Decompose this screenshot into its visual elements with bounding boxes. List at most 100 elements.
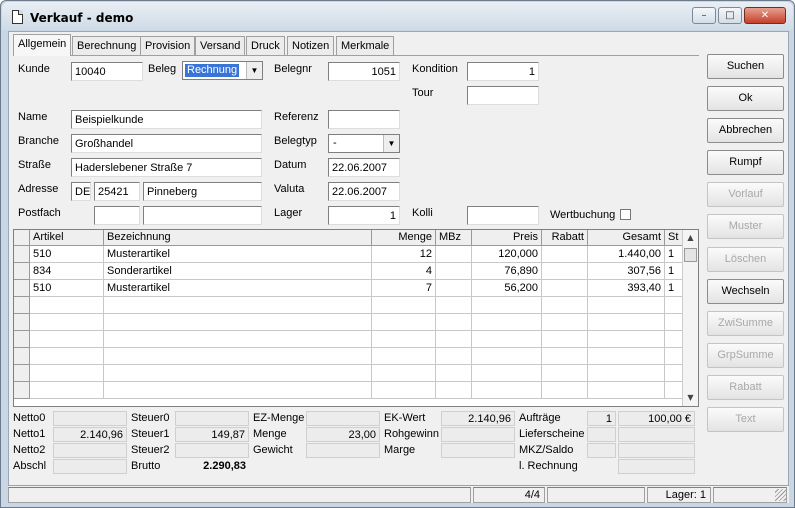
row-header[interactable] — [14, 382, 30, 399]
cell-preis[interactable] — [472, 382, 542, 399]
cell-st[interactable] — [665, 314, 683, 331]
cell-menge[interactable] — [372, 331, 436, 348]
rumpf-button[interactable]: Rumpf — [707, 150, 784, 175]
wechseln-button[interactable]: Wechseln — [707, 279, 784, 304]
zwisumme-button[interactable]: ZwiSumme — [707, 311, 784, 336]
cell-rabatt[interactable] — [542, 246, 588, 263]
row-header[interactable] — [14, 314, 30, 331]
cell-menge[interactable] — [372, 297, 436, 314]
maximize-button[interactable]: □ — [718, 7, 742, 24]
cell-st[interactable]: 1 — [665, 246, 683, 263]
cell-mbz[interactable] — [436, 263, 472, 280]
cell-artikel[interactable]: 510 — [30, 246, 104, 263]
kolli-field[interactable] — [467, 206, 539, 225]
loeschen-button[interactable]: Löschen — [707, 247, 784, 272]
cell-preis[interactable] — [472, 314, 542, 331]
beleg-select[interactable]: Rechnung ▼ — [182, 61, 263, 80]
cell-gesamt[interactable] — [588, 314, 665, 331]
kondition-field[interactable]: 1 — [467, 62, 539, 81]
col-artikel[interactable]: Artikel — [30, 230, 104, 246]
cell-gesamt[interactable] — [588, 348, 665, 365]
valuta-field[interactable]: 22.06.2007 — [328, 182, 400, 201]
cell-menge[interactable]: 12 — [372, 246, 436, 263]
cell-st[interactable]: 1 — [665, 263, 683, 280]
row-header[interactable] — [14, 365, 30, 382]
tab-provision[interactable]: Provision — [140, 36, 196, 55]
cell-mbz[interactable] — [436, 365, 472, 382]
cell-mbz[interactable] — [436, 314, 472, 331]
cell-menge[interactable] — [372, 382, 436, 399]
cell-preis[interactable]: 120,000 — [472, 246, 542, 263]
abbrechen-button[interactable]: Abbrechen — [707, 118, 784, 143]
ok-button[interactable]: Ok — [707, 86, 784, 111]
cell-artikel[interactable] — [30, 297, 104, 314]
cell-gesamt[interactable]: 1.440,00 — [588, 246, 665, 263]
postfach-field[interactable] — [94, 206, 140, 225]
cell-bezeichnung[interactable]: Musterartikel — [104, 280, 372, 297]
title-bar[interactable]: Verkauf - demo – □ ✕ — [2, 2, 793, 30]
cell-bezeichnung[interactable] — [104, 331, 372, 348]
cell-mbz[interactable] — [436, 348, 472, 365]
tab-druck[interactable]: Druck — [246, 36, 285, 55]
wertbuchung-checkbox[interactable] — [620, 209, 631, 220]
cell-artikel[interactable]: 834 — [30, 263, 104, 280]
col-st[interactable]: St — [665, 230, 683, 246]
suchen-button[interactable]: Suchen — [707, 54, 784, 79]
cell-artikel[interactable] — [30, 382, 104, 399]
cell-rabatt[interactable] — [542, 331, 588, 348]
postfach-ort-field[interactable] — [143, 206, 262, 225]
cell-st[interactable] — [665, 331, 683, 348]
cell-artikel[interactable] — [30, 348, 104, 365]
col-mbz[interactable]: MBz — [436, 230, 472, 246]
scroll-down-icon[interactable]: ▼ — [683, 390, 698, 406]
tab-allgemein[interactable]: Allgemein — [13, 34, 72, 56]
cell-rabatt[interactable] — [542, 263, 588, 280]
grid-scrollbar[interactable]: ▲ ▼ — [682, 230, 698, 406]
cell-mbz[interactable] — [436, 382, 472, 399]
kunde-field[interactable]: 10040 — [71, 62, 143, 81]
cell-mbz[interactable] — [436, 297, 472, 314]
tab-merkmale[interactable]: Merkmale — [336, 36, 395, 55]
cell-st[interactable]: 1 — [665, 280, 683, 297]
cell-menge[interactable]: 7 — [372, 280, 436, 297]
tab-versand[interactable]: Versand — [195, 36, 246, 55]
cell-bezeichnung[interactable] — [104, 348, 372, 365]
cell-rabatt[interactable] — [542, 365, 588, 382]
row-header[interactable] — [14, 331, 30, 348]
col-rabatt[interactable]: Rabatt — [542, 230, 588, 246]
lager-field[interactable]: 1 — [328, 206, 400, 225]
cell-rabatt[interactable] — [542, 348, 588, 365]
text-button[interactable]: Text — [707, 407, 784, 432]
scroll-up-icon[interactable]: ▲ — [683, 230, 698, 246]
cell-bezeichnung[interactable] — [104, 365, 372, 382]
cell-artikel[interactable] — [30, 365, 104, 382]
cell-mbz[interactable] — [436, 246, 472, 263]
row-header[interactable] — [14, 263, 30, 280]
cell-gesamt[interactable] — [588, 297, 665, 314]
cell-st[interactable] — [665, 365, 683, 382]
col-gesamt[interactable]: Gesamt — [588, 230, 665, 246]
cell-preis[interactable]: 56,200 — [472, 280, 542, 297]
cell-st[interactable] — [665, 382, 683, 399]
cell-bezeichnung[interactable]: Musterartikel — [104, 246, 372, 263]
chevron-down-icon[interactable]: ▼ — [246, 62, 262, 79]
cell-bezeichnung[interactable] — [104, 314, 372, 331]
cell-gesamt[interactable]: 393,40 — [588, 280, 665, 297]
cell-rabatt[interactable] — [542, 280, 588, 297]
cell-gesamt[interactable] — [588, 382, 665, 399]
cell-bezeichnung[interactable] — [104, 297, 372, 314]
rabatt-button[interactable]: Rabatt — [707, 375, 784, 400]
close-button[interactable]: ✕ — [744, 7, 786, 24]
cell-artikel[interactable] — [30, 331, 104, 348]
scroll-thumb[interactable] — [684, 248, 697, 262]
cell-menge[interactable] — [372, 365, 436, 382]
cell-preis[interactable]: 76,890 — [472, 263, 542, 280]
plz-field[interactable]: 25421 — [94, 182, 140, 201]
cell-rabatt[interactable] — [542, 297, 588, 314]
cell-rabatt[interactable] — [542, 314, 588, 331]
row-header[interactable] — [14, 280, 30, 297]
cell-bezeichnung[interactable]: Sonderartikel — [104, 263, 372, 280]
ort-field[interactable]: Pinneberg — [143, 182, 262, 201]
strasse-field[interactable]: Haderslebener Straße 7 — [71, 158, 262, 177]
col-preis[interactable]: Preis — [472, 230, 542, 246]
